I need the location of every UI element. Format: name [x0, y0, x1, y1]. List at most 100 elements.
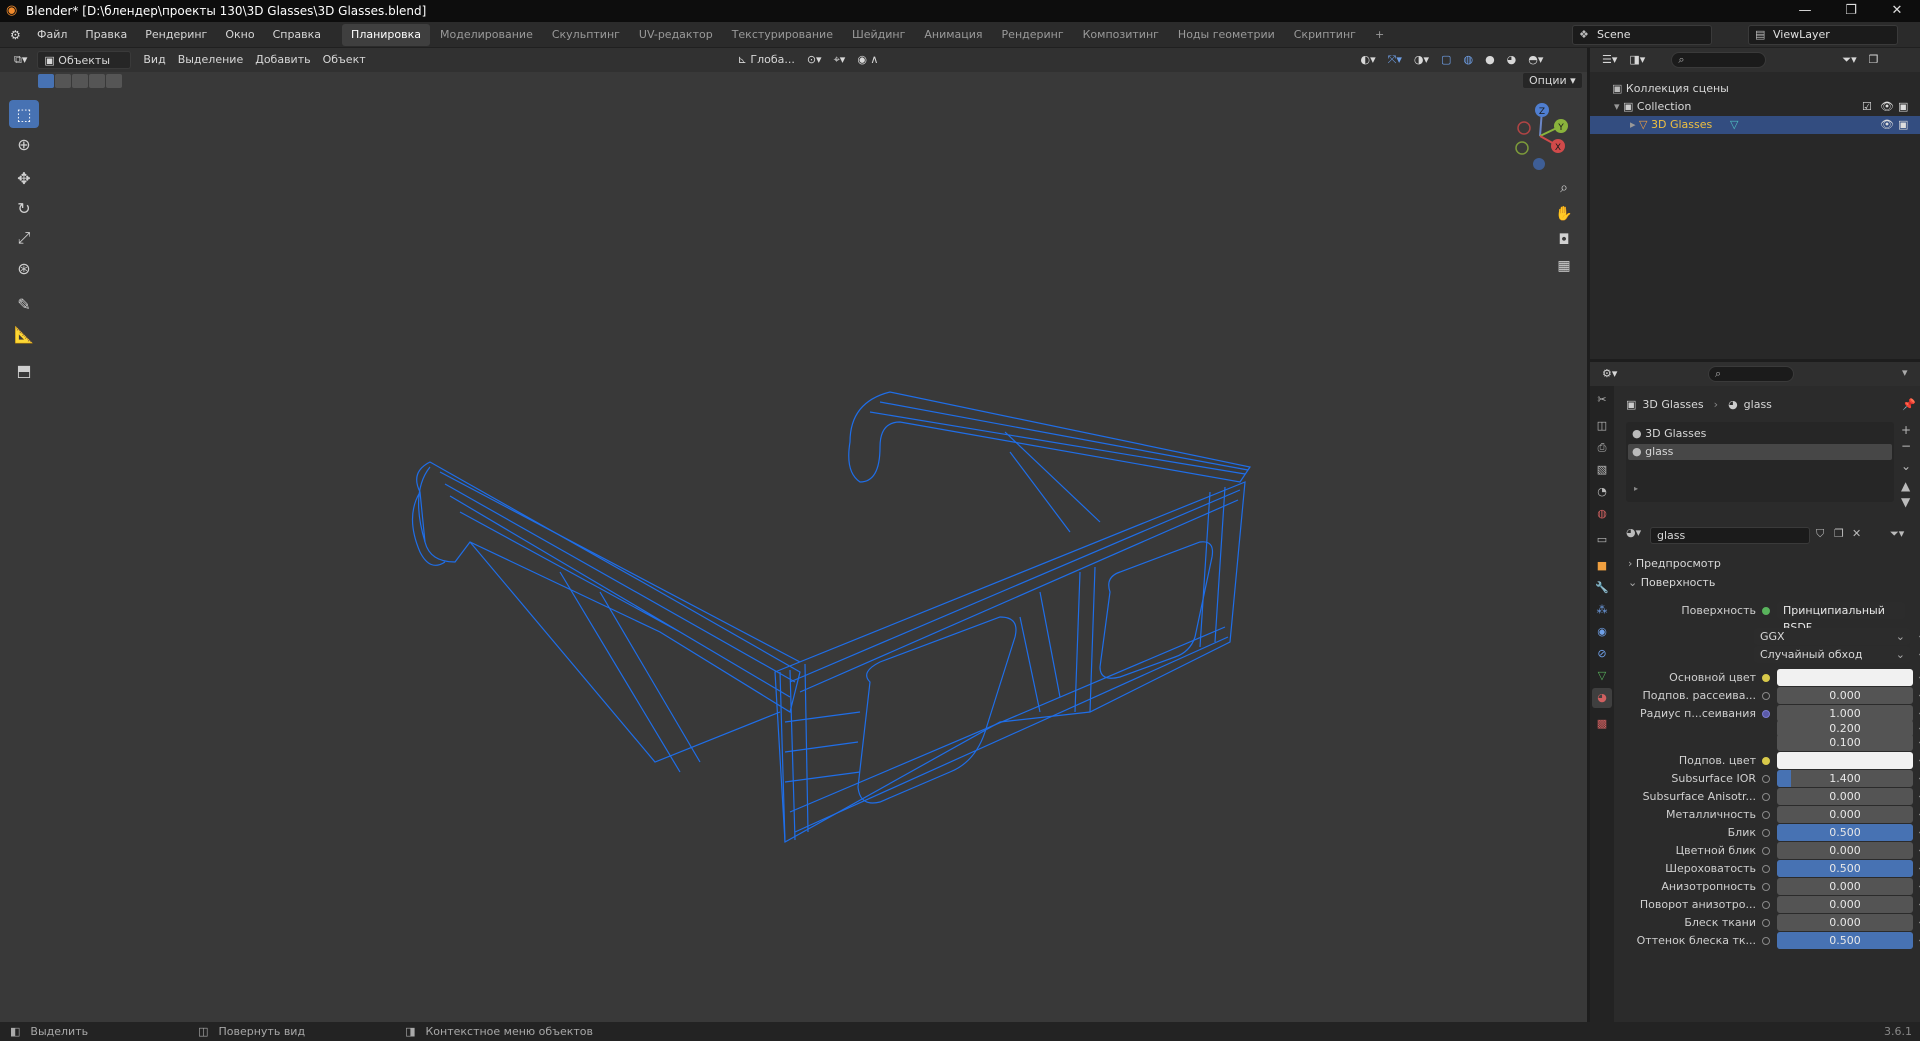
- menu-select[interactable]: Выделение: [172, 51, 250, 69]
- proportional-edit-icon[interactable]: ◉ ∧: [851, 51, 884, 69]
- value-slider[interactable]: 0.000: [1777, 842, 1913, 859]
- tool-tab-icon[interactable]: ✂: [1592, 390, 1612, 410]
- material-tab-icon[interactable]: ◕: [1592, 688, 1612, 708]
- surface-socket-icon[interactable]: [1762, 607, 1770, 615]
- view-layer-tab-icon[interactable]: ▧: [1592, 460, 1612, 480]
- menu-edit[interactable]: Правка: [76, 22, 136, 48]
- expand-arrow-icon[interactable]: ▾: [1614, 100, 1623, 113]
- input-socket-icon[interactable]: [1762, 847, 1770, 855]
- properties-editor-icon[interactable]: ⚙▾: [1596, 365, 1623, 383]
- pin-icon[interactable]: 📌: [1902, 398, 1916, 411]
- menu-window[interactable]: Окно: [216, 22, 263, 48]
- material-browse-icon[interactable]: ◕▾: [1626, 526, 1644, 544]
- snap-icon[interactable]: ⌖▾: [828, 51, 852, 69]
- mesh-data-tab-icon[interactable]: ▽: [1592, 666, 1612, 686]
- add-slot-icon[interactable]: +: [1901, 422, 1911, 438]
- maximize-button[interactable]: ❐: [1828, 0, 1874, 22]
- input-socket-icon[interactable]: [1762, 865, 1770, 873]
- preview-panel-header[interactable]: › Предпросмотр: [1620, 555, 1916, 573]
- menu-file[interactable]: Файл: [28, 22, 76, 48]
- value-slider[interactable]: 0.000: [1777, 788, 1913, 805]
- overlay-icon[interactable]: ◑▾: [1408, 51, 1435, 69]
- tab-layout[interactable]: Планировка: [342, 23, 431, 46]
- exclude-checkbox-icon[interactable]: ☑: [1862, 98, 1872, 116]
- collection-tab-icon[interactable]: ▭: [1592, 530, 1612, 550]
- tab-scripting[interactable]: Скриптинг: [1285, 24, 1365, 46]
- close-button[interactable]: ✕: [1874, 0, 1920, 22]
- object-expand-icon[interactable]: ▸: [1630, 118, 1639, 131]
- tab-rendering[interactable]: Рендеринг: [993, 24, 1073, 46]
- world-tab-icon[interactable]: ◍: [1592, 504, 1612, 524]
- tab-uv-editing[interactable]: UV-редактор: [630, 24, 722, 46]
- material-slot-item[interactable]: ● 3D Glasses: [1628, 426, 1892, 442]
- object-render-icon[interactable]: ▣: [1898, 116, 1908, 134]
- collection-row[interactable]: ▾ ▣ Collection ☑ 👁 ▣: [1590, 98, 1920, 116]
- menu-help[interactable]: Справка: [264, 22, 330, 48]
- add-workspace-button[interactable]: +: [1366, 24, 1393, 46]
- input-socket-icon[interactable]: [1762, 919, 1770, 927]
- render-tab-icon[interactable]: ◫: [1592, 416, 1612, 436]
- tab-texture-paint[interactable]: Текстурирование: [723, 24, 842, 46]
- input-socket-icon[interactable]: [1762, 901, 1770, 909]
- properties-options-icon[interactable]: ▾: [1902, 366, 1908, 379]
- menu-add[interactable]: Добавить: [249, 51, 316, 69]
- rendered-shading-icon[interactable]: ◓▾: [1522, 51, 1549, 69]
- modifier-tab-icon[interactable]: 🔧: [1592, 578, 1612, 598]
- value-slider[interactable]: 1.400: [1777, 770, 1913, 787]
- value-slider[interactable]: 0.000: [1777, 896, 1913, 913]
- input-socket-icon[interactable]: [1762, 829, 1770, 837]
- input-socket-icon[interactable]: [1762, 883, 1770, 891]
- object-tab-icon[interactable]: ■: [1592, 556, 1612, 576]
- gizmo-toggle-icon[interactable]: ⤧▾: [1382, 51, 1408, 69]
- input-socket-icon[interactable]: [1762, 710, 1770, 718]
- physics-tab-icon[interactable]: ◉: [1592, 622, 1612, 642]
- object-visibility-icon[interactable]: 👁: [1880, 116, 1894, 134]
- input-socket-icon[interactable]: [1762, 937, 1770, 945]
- move-slot-up-icon[interactable]: ▲: [1901, 478, 1911, 494]
- wireframe-shading-icon[interactable]: ◍: [1457, 51, 1479, 69]
- tab-compositing[interactable]: Композитинг: [1074, 24, 1168, 46]
- glasses-wireframe[interactable]: [0, 72, 1587, 1022]
- output-tab-icon[interactable]: ⎙: [1592, 438, 1612, 458]
- value-slider[interactable]: 0.000: [1777, 914, 1913, 931]
- mode-selector[interactable]: ▣ Объекты: [37, 51, 132, 69]
- surface-shader-field[interactable]: Принципиальный BSDF: [1777, 602, 1905, 634]
- collection-render-icon[interactable]: ▣: [1898, 98, 1908, 116]
- solid-shading-icon[interactable]: ●: [1479, 51, 1501, 69]
- editor-type-icon[interactable]: ⧉▾: [8, 51, 33, 69]
- display-mode-icon[interactable]: ◨▾: [1623, 51, 1651, 69]
- menu-view[interactable]: Вид: [137, 51, 171, 69]
- color-swatch[interactable]: [1777, 669, 1913, 686]
- filter-icon[interactable]: ⏷▾: [1836, 51, 1862, 69]
- material-filter-icon[interactable]: ⏷▾: [1890, 527, 1904, 541]
- texture-tab-icon[interactable]: ▩: [1592, 714, 1612, 734]
- input-socket-icon[interactable]: [1762, 775, 1770, 783]
- pivot-icon[interactable]: ⊙▾: [801, 51, 828, 69]
- tab-animation[interactable]: Анимация: [915, 24, 991, 46]
- scene-selector[interactable]: ❖ Scene: [1572, 25, 1712, 45]
- outliner-search-input[interactable]: ⌕: [1671, 52, 1767, 68]
- particles-tab-icon[interactable]: ⁂: [1592, 600, 1612, 620]
- properties-search-input[interactable]: ⌕: [1708, 366, 1794, 382]
- list-expand-icon[interactable]: ▸: [1634, 484, 1638, 493]
- tab-modeling[interactable]: Моделирование: [431, 24, 542, 46]
- value-slider[interactable]: 0.000: [1777, 878, 1913, 895]
- remove-slot-icon[interactable]: −: [1901, 438, 1911, 454]
- orientation-selector[interactable]: ⊾ Глоба...: [732, 51, 801, 69]
- material-name-field[interactable]: glass: [1650, 527, 1810, 544]
- slot-specials-icon[interactable]: ⌄: [1901, 458, 1911, 474]
- value-slider[interactable]: 0.500: [1777, 932, 1913, 949]
- input-socket-icon[interactable]: [1762, 793, 1770, 801]
- value-slider[interactable]: 0.500: [1777, 824, 1913, 841]
- menu-object[interactable]: Объект: [317, 51, 372, 69]
- duplicate-material-icon[interactable]: ❐: [1834, 527, 1844, 540]
- scene-collection-row[interactable]: ▣ Коллекция сцены: [1590, 80, 1920, 98]
- value-slider[interactable]: 0.500: [1777, 860, 1913, 877]
- color-swatch[interactable]: [1777, 752, 1913, 769]
- move-slot-down-icon[interactable]: ▼: [1901, 494, 1911, 510]
- unlink-material-icon[interactable]: ✕: [1852, 527, 1861, 540]
- input-socket-icon[interactable]: [1762, 757, 1770, 765]
- input-socket-icon[interactable]: [1762, 811, 1770, 819]
- surface-panel-header[interactable]: ⌄ Поверхность: [1620, 574, 1916, 592]
- minimize-button[interactable]: —: [1782, 0, 1828, 22]
